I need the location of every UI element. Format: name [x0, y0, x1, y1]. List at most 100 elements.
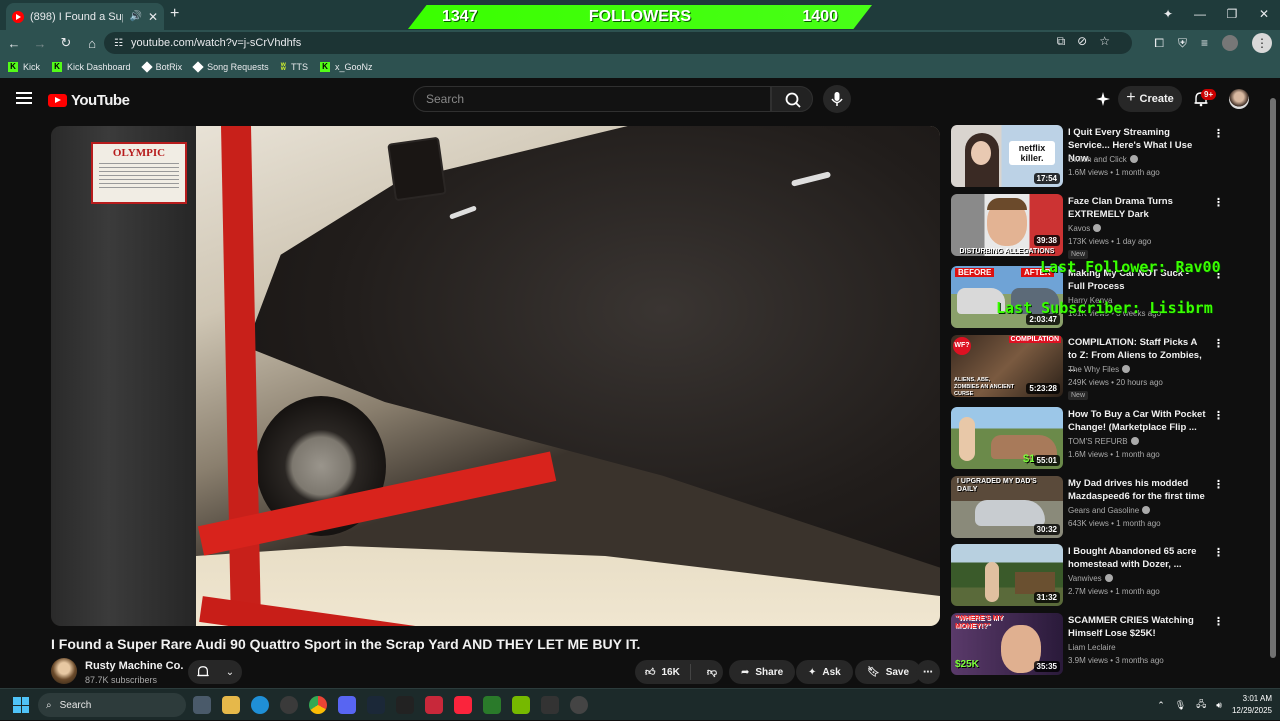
recommendation-item[interactable]: WF? COMPILATION ALIENS, ABE, ZOMBIES AN … — [951, 335, 1261, 400]
chrome-icon[interactable] — [309, 696, 327, 714]
channel-name[interactable]: Gears and Gasoline — [1068, 506, 1151, 515]
video-thumbnail[interactable]: DISTURBING ALLEGATIONS 39:38 — [951, 194, 1063, 256]
app-icon[interactable] — [425, 696, 443, 714]
home-button[interactable]: ⌂ — [80, 36, 104, 51]
voice-search-button[interactable] — [823, 85, 851, 113]
clock[interactable]: 3:01 AM 12/29/2025 — [1232, 693, 1272, 717]
nvidia-icon[interactable] — [512, 696, 530, 714]
browser-tab-active[interactable]: (898) I Found a Super Rare 🔊 ✕ — [6, 3, 164, 30]
gemini-icon[interactable]: ✦ — [1152, 7, 1184, 21]
search-button[interactable] — [771, 86, 813, 112]
app-icon[interactable] — [541, 696, 559, 714]
bookmark-x-goonz[interactable]: Kx_GooNz — [319, 62, 373, 72]
channel-name[interactable]: Kavos — [1068, 224, 1102, 233]
channel-avatar[interactable] — [51, 658, 77, 684]
chevron-up-icon[interactable]: ⌃ — [1157, 700, 1165, 711]
music-icon[interactable] — [454, 696, 472, 714]
browser-menu-button[interactable]: ⋮ — [1252, 33, 1272, 53]
ask-button[interactable]: ✦ Ask — [796, 660, 853, 684]
extensions-icon[interactable]: ⧠ — [1154, 36, 1164, 51]
share-button[interactable]: ➦ Share — [729, 660, 796, 684]
video-title[interactable]: SCAMMER CRIES Watching Himself Lose $25K… — [1068, 614, 1208, 640]
channel-name[interactable]: Switch and Click — [1068, 155, 1138, 164]
settings-icon[interactable] — [570, 696, 588, 714]
bookmark-botrix[interactable]: BotRix — [140, 61, 182, 73]
task-view-icon[interactable] — [193, 696, 211, 714]
video-title[interactable]: Faze Clan Drama Turns EXTREMELY Dark — [1068, 195, 1208, 221]
channel-name[interactable]: Vanwives — [1068, 574, 1113, 583]
new-tab-button[interactable]: + — [170, 5, 179, 23]
more-options-icon[interactable]: ⋮ — [1213, 546, 1224, 559]
channel-name[interactable]: TOM'S REFURB — [1068, 437, 1139, 446]
youtube-logo[interactable]: YouTube — [48, 92, 130, 109]
page-scrollbar[interactable] — [1270, 90, 1276, 686]
back-button[interactable]: ← — [2, 36, 26, 51]
more-options-icon[interactable]: ⋮ — [1213, 337, 1224, 350]
video-thumbnail[interactable]: $1 55:01 — [951, 407, 1063, 469]
forward-button[interactable]: → — [28, 36, 52, 51]
more-options-icon[interactable]: ⋮ — [1213, 409, 1224, 422]
media-icon[interactable]: ≡ — [1201, 36, 1208, 50]
more-options-icon[interactable]: ⋮ — [1213, 196, 1224, 209]
bookmark-star-icon[interactable]: ☆ — [1099, 34, 1110, 49]
search-input[interactable]: Search — [413, 86, 771, 112]
video-thumbnail[interactable]: netflix killer. 17:54 — [951, 125, 1063, 187]
more-options-icon[interactable]: ⋮ — [1213, 127, 1224, 140]
video-title[interactable]: I Bought Abandoned 65 acre homestead wit… — [1068, 545, 1208, 571]
install-app-icon[interactable]: ⧉ — [1057, 34, 1066, 49]
recommendation-item[interactable]: netflix killer. 17:54 I Quit Every Strea… — [951, 125, 1261, 187]
network-icon[interactable]: 🖧︎ — [1196, 697, 1206, 713]
microphone-icon[interactable]: 🎙︎ — [1175, 700, 1186, 711]
subscription-bell-button[interactable]: ⌄ — [188, 660, 242, 684]
recommendation-item[interactable]: I UPGRADED MY DAD'S DAILY 30:32 My Dad d… — [951, 476, 1261, 538]
bookmark-kick-dashboard[interactable]: K Kick Dashboard — [52, 62, 131, 72]
dislike-button[interactable]: 👎︎ — [697, 666, 727, 678]
obs-icon[interactable] — [280, 696, 298, 714]
maximize-button[interactable]: ❐ — [1216, 7, 1248, 21]
menu-icon[interactable] — [16, 92, 32, 107]
url-text[interactable]: youtube.com/watch?v=j-sCrVhdhfs — [131, 37, 301, 49]
recommendation-item[interactable]: 31:32 I Bought Abandoned 65 acre homeste… — [951, 544, 1261, 606]
create-button[interactable]: + Create — [1118, 86, 1182, 112]
video-player[interactable]: OLYMPIC — [51, 126, 940, 626]
video-thumbnail[interactable]: 31:32 — [951, 544, 1063, 606]
file-explorer-icon[interactable] — [222, 696, 240, 714]
profile-avatar[interactable] — [1222, 35, 1238, 51]
bookmark-song-requests[interactable]: Song Requests — [192, 61, 269, 73]
site-info-icon[interactable]: ☷ — [114, 38, 123, 49]
recommendation-item[interactable]: $1 55:01 How To Buy a Car With Pocket Ch… — [951, 407, 1261, 469]
edge-icon[interactable] — [251, 696, 269, 714]
epic-games-icon[interactable] — [396, 696, 414, 714]
like-button[interactable]: 👍︎ 16K — [635, 664, 691, 680]
vpn-icon[interactable]: ⛨ — [1178, 36, 1187, 51]
channel-name[interactable]: Liam Leclaire — [1068, 643, 1116, 652]
channel-name[interactable]: Rusty Machine Co. — [85, 660, 183, 672]
video-title[interactable]: My Dad drives his modded Mazdaspeed6 for… — [1068, 477, 1208, 503]
volume-icon[interactable]: 🔊︎ — [1216, 700, 1222, 711]
speaker-icon[interactable]: 🔊 — [129, 11, 141, 22]
video-thumbnail[interactable]: "WHERE'S MY MONEY!?" $25K 35:35 — [951, 613, 1063, 675]
eye-off-icon[interactable]: ⊘ — [1077, 34, 1087, 49]
recommendation-item[interactable]: "WHERE'S MY MONEY!?" $25K 35:35 SCAMMER … — [951, 613, 1261, 675]
recommendation-item[interactable]: DISTURBING ALLEGATIONS 39:38 Faze Clan D… — [951, 194, 1261, 259]
address-bar[interactable]: ☷ youtube.com/watch?v=j-sCrVhdhfs — [104, 32, 1132, 54]
save-button[interactable]: 🔖︎ Save — [855, 660, 922, 684]
sparkle-icon[interactable] — [1096, 92, 1110, 106]
steam-icon[interactable] — [367, 696, 385, 714]
notepad-icon[interactable] — [483, 696, 501, 714]
video-thumbnail[interactable]: WF? COMPILATION ALIENS, ABE, ZOMBIES AN … — [951, 335, 1063, 397]
bookmark-kick[interactable]: K Kick — [8, 62, 40, 72]
video-title[interactable]: How To Buy a Car With Pocket Change! (Ma… — [1068, 408, 1208, 434]
scrollbar-thumb[interactable] — [1270, 98, 1276, 658]
taskbar-search[interactable]: ⌕ Search — [38, 693, 186, 717]
more-actions-button[interactable]: ⋯ — [916, 660, 940, 684]
windows-start-icon[interactable] — [13, 697, 29, 713]
more-options-icon[interactable]: ⋮ — [1213, 478, 1224, 491]
more-options-icon[interactable]: ⋮ — [1213, 615, 1224, 628]
close-window-button[interactable]: ✕ — [1248, 7, 1280, 21]
bookmark-tts[interactable]: ʬ TTS — [281, 62, 308, 73]
account-avatar[interactable] — [1229, 89, 1249, 109]
video-thumbnail[interactable]: I UPGRADED MY DAD'S DAILY 30:32 — [951, 476, 1063, 538]
channel-name[interactable]: The Why Files — [1068, 365, 1131, 374]
discord-icon[interactable] — [338, 696, 356, 714]
